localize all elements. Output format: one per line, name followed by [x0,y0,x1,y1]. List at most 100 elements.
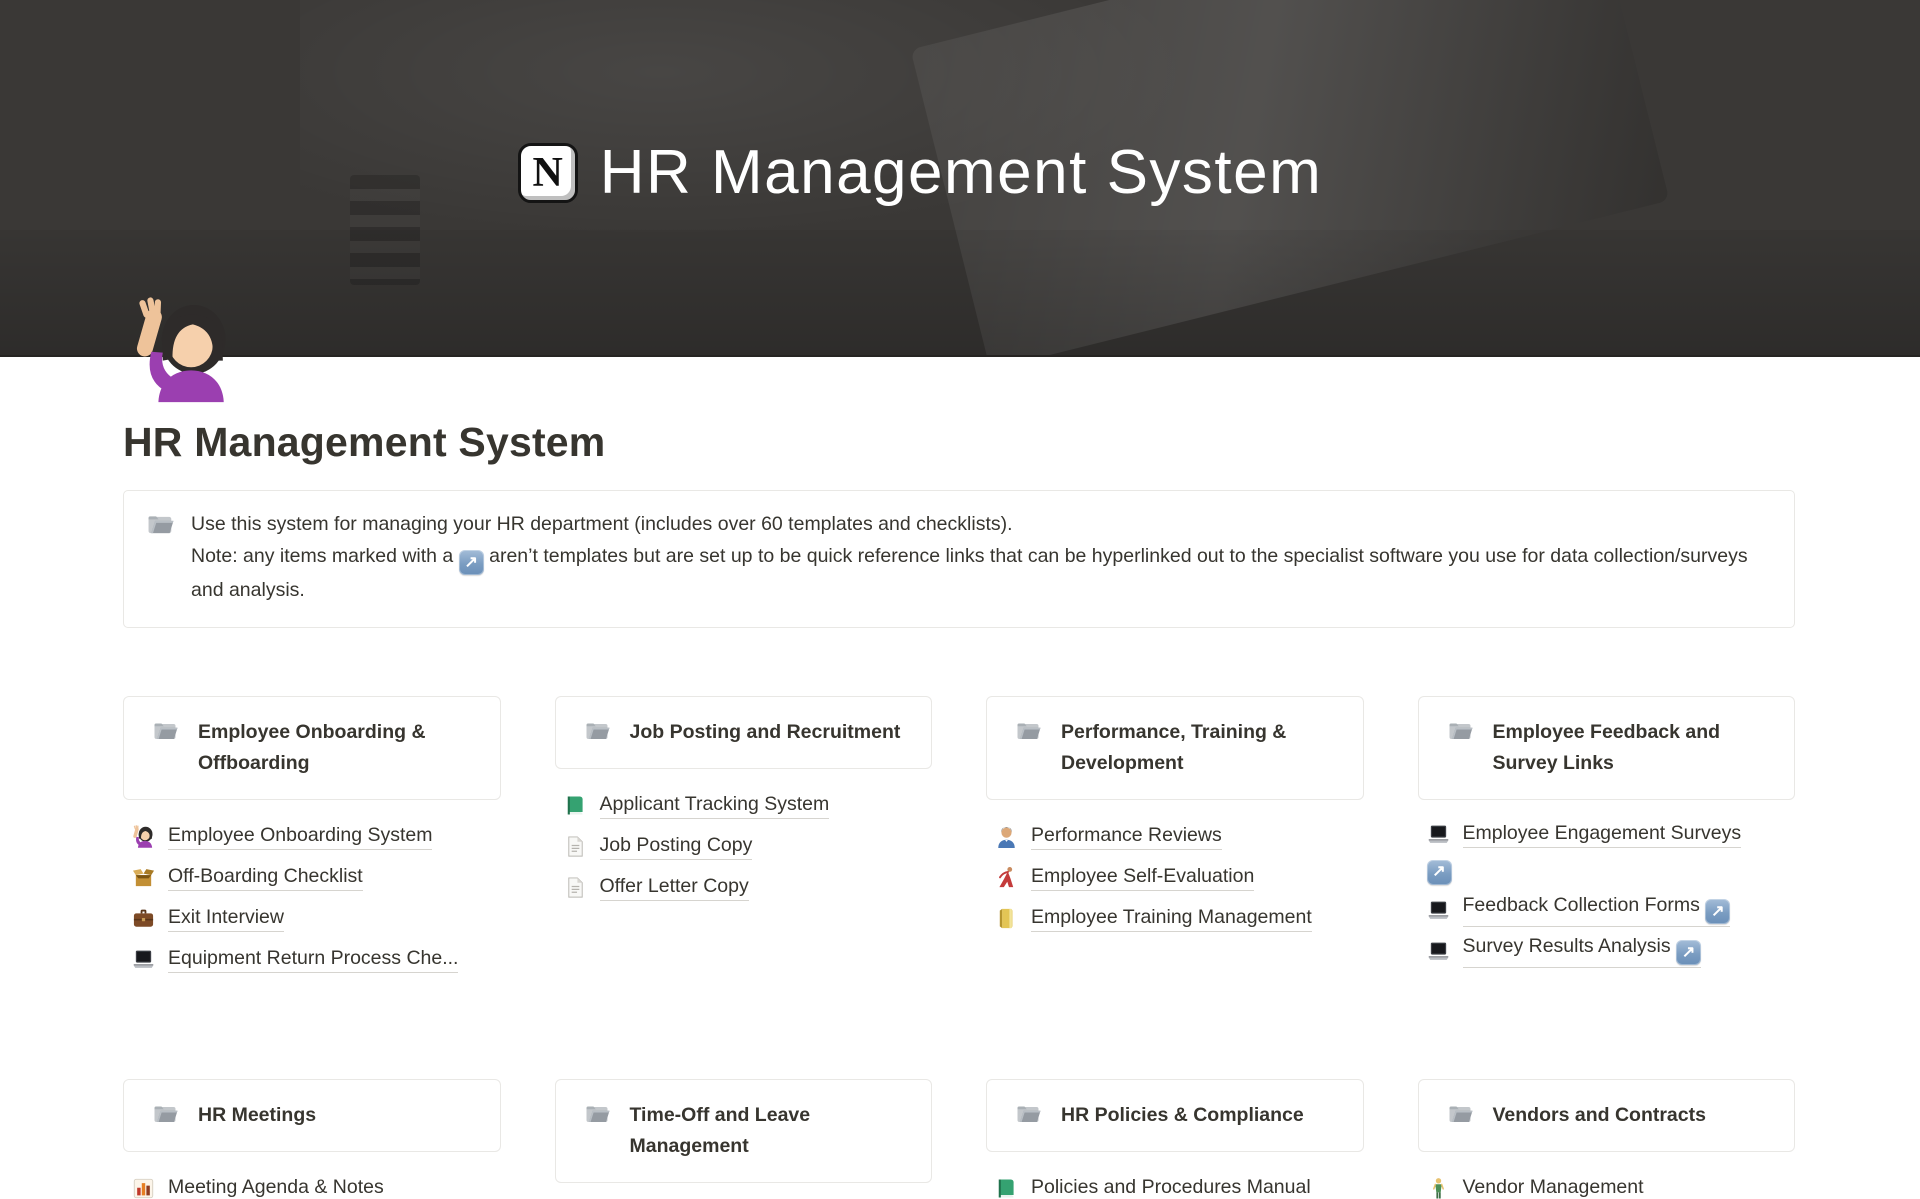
link-out-icon: ↗ [1705,899,1730,924]
document-icon [564,876,587,899]
section-employee-onboarding-offboarding: Employee Onboarding & Offboarding Employe… [123,696,501,1079]
person-standing-icon [1427,1177,1450,1199]
section-hr-meetings: HR Meetings Meeting Agenda & Notes [123,1079,501,1199]
notion-logo-icon: N [518,143,578,203]
page-link-label: Employee Onboarding System [168,823,432,850]
page-link-offer-letter-copy[interactable]: Offer Letter Copy [555,867,933,908]
section-title: HR Meetings [198,1100,316,1131]
folder-icon [1449,1104,1473,1125]
open-box-icon [132,866,155,889]
page-link-equipment-return-process-che[interactable]: Equipment Return Process Che... [123,939,501,980]
page-link-off-boarding-checklist[interactable]: Off-Boarding Checklist [123,857,501,898]
link-out-icon: ↗ [1676,940,1701,965]
green-book-icon [995,1177,1018,1199]
page-link-exit-interview[interactable]: Exit Interview [123,898,501,939]
section-header: HR Policies & Compliance [986,1079,1364,1152]
page-link-label: Employee Engagement Surveys [1463,821,1742,848]
page-link-job-posting-copy[interactable]: Job Posting Copy [555,826,933,867]
briefcase-icon [132,907,155,930]
section-title: Vendors and Contracts [1493,1100,1706,1131]
section-hr-policies-compliance: HR Policies & Compliance Policies and Pro… [986,1079,1364,1199]
section-time-off-and-leave-management: Time-Off and Leave Management [555,1079,933,1199]
cover-title-block: N HR Management System [0,0,1880,350]
page-cover: N HR Management System [0,0,1920,357]
page-icon-row [123,357,1795,405]
folder-icon [1017,1104,1041,1125]
section-title: Time-Off and Leave Management [630,1100,914,1162]
section-performance-training-development: Performance, Training & Development Perfo… [986,696,1364,1079]
cover-title: HR Management System [600,137,1323,208]
laptop-icon [132,948,155,971]
folder-icon [148,513,174,537]
laptop-icon [1427,899,1450,922]
bar-chart-icon [132,1177,155,1199]
section-title: Job Posting and Recruitment [630,717,901,748]
section-title: Employee Onboarding & Offboarding [198,717,482,779]
document-icon [564,835,587,858]
section-links: Vendor Management [1418,1168,1796,1199]
link-out-icon: ↗ [459,550,484,575]
page-link-employee-onboarding-system[interactable]: Employee Onboarding System [123,816,501,857]
folder-icon [586,721,610,742]
page-link-label: Meeting Agenda & Notes [168,1175,384,1199]
page-link-label: Vendor Management [1463,1175,1644,1199]
card-grid-row-2: HR Meetings Meeting Agenda & Notes Time-Of… [123,1079,1795,1199]
section-header: HR Meetings [123,1079,501,1152]
folder-icon [1449,721,1473,742]
page-link-meeting-agenda-notes[interactable]: Meeting Agenda & Notes [123,1168,501,1199]
section-vendors-and-contracts: Vendors and Contracts Vendor Management [1418,1079,1796,1199]
section-header: Performance, Training & Development [986,696,1364,800]
section-links: Employee Engagement Surveys↗Feedback Col… [1418,816,1796,972]
section-links: Policies and Procedures Manual [986,1168,1364,1199]
laptop-icon [1427,940,1450,963]
section-header: Job Posting and Recruitment [555,696,933,769]
page-link-label: Feedback Collection Forms ↗ [1463,893,1731,928]
section-employee-feedback-and-survey-links: Employee Feedback and Survey Links Employ… [1418,696,1796,1079]
folder-icon [586,1104,610,1125]
page-link-employee-engagement-surveys[interactable]: Employee Engagement Surveys ↗ [1418,816,1796,890]
woman-raising-hand-icon [132,825,155,848]
section-header: Employee Feedback and Survey Links [1418,696,1796,800]
page-link-applicant-tracking-system[interactable]: Applicant Tracking System [555,785,933,826]
page-link-label: Equipment Return Process Che... [168,946,458,973]
info-callout: Use this system for managing your HR dep… [123,490,1795,628]
section-header: Vendors and Contracts [1418,1079,1796,1152]
green-book-icon [564,794,587,817]
link-out-icon: ↗ [1427,860,1452,885]
section-title: Employee Feedback and Survey Links [1493,717,1777,779]
dancer-icon [995,866,1018,889]
page-body: HR Management System Use this system for… [0,357,1920,1199]
section-job-posting-and-recruitment: Job Posting and Recruitment Applicant Tra… [555,696,933,1079]
page-link-employee-training-management[interactable]: Employee Training Management [986,898,1364,939]
card-grid-row-1: Employee Onboarding & Offboarding Employe… [123,696,1795,1079]
callout-line-1: Use this system for managing your HR dep… [191,509,1770,541]
page-link-label: Offer Letter Copy [600,874,749,901]
page-link-label: Exit Interview [168,905,284,932]
section-title: HR Policies & Compliance [1061,1100,1304,1131]
page-link-label: Employee Self-Evaluation [1031,864,1254,891]
page-link-employee-self-evaluation[interactable]: Employee Self-Evaluation [986,857,1364,898]
page-link-feedback-collection-forms[interactable]: Feedback Collection Forms ↗ [1418,890,1796,931]
section-links: Performance Reviews Employee Self-Evaluat… [986,816,1364,939]
page-link-performance-reviews[interactable]: Performance Reviews [986,816,1364,857]
callout-line-2: Note: any items marked with a ↗ aren’t t… [191,541,1770,607]
callout-text: Use this system for managing your HR dep… [191,509,1770,607]
page-link-vendor-management[interactable]: Vendor Management [1418,1168,1796,1199]
section-links: Meeting Agenda & Notes [123,1168,501,1199]
office-worker-icon [995,825,1018,848]
page-link-label: Policies and Procedures Manual [1031,1175,1311,1199]
page-link-policies-and-procedures-manual[interactable]: Policies and Procedures Manual [986,1168,1364,1199]
section-links: Applicant Tracking System Job Posting Cop… [555,785,933,908]
page-link-label: Survey Results Analysis ↗ [1463,934,1702,969]
section-header: Employee Onboarding & Offboarding [123,696,501,800]
folder-icon [1017,721,1041,742]
section-title: Performance, Training & Development [1061,717,1345,779]
page-link-label: Applicant Tracking System [600,792,830,819]
page-link-label: Employee Training Management [1031,905,1312,932]
woman-raising-hand-icon[interactable] [131,297,237,403]
section-links: Employee Onboarding System Off-Boarding C… [123,816,501,980]
laptop-icon [1427,823,1450,846]
page-link-label: Off-Boarding Checklist [168,864,363,891]
folder-icon [154,721,178,742]
page-link-survey-results-analysis[interactable]: Survey Results Analysis ↗ [1418,931,1796,972]
